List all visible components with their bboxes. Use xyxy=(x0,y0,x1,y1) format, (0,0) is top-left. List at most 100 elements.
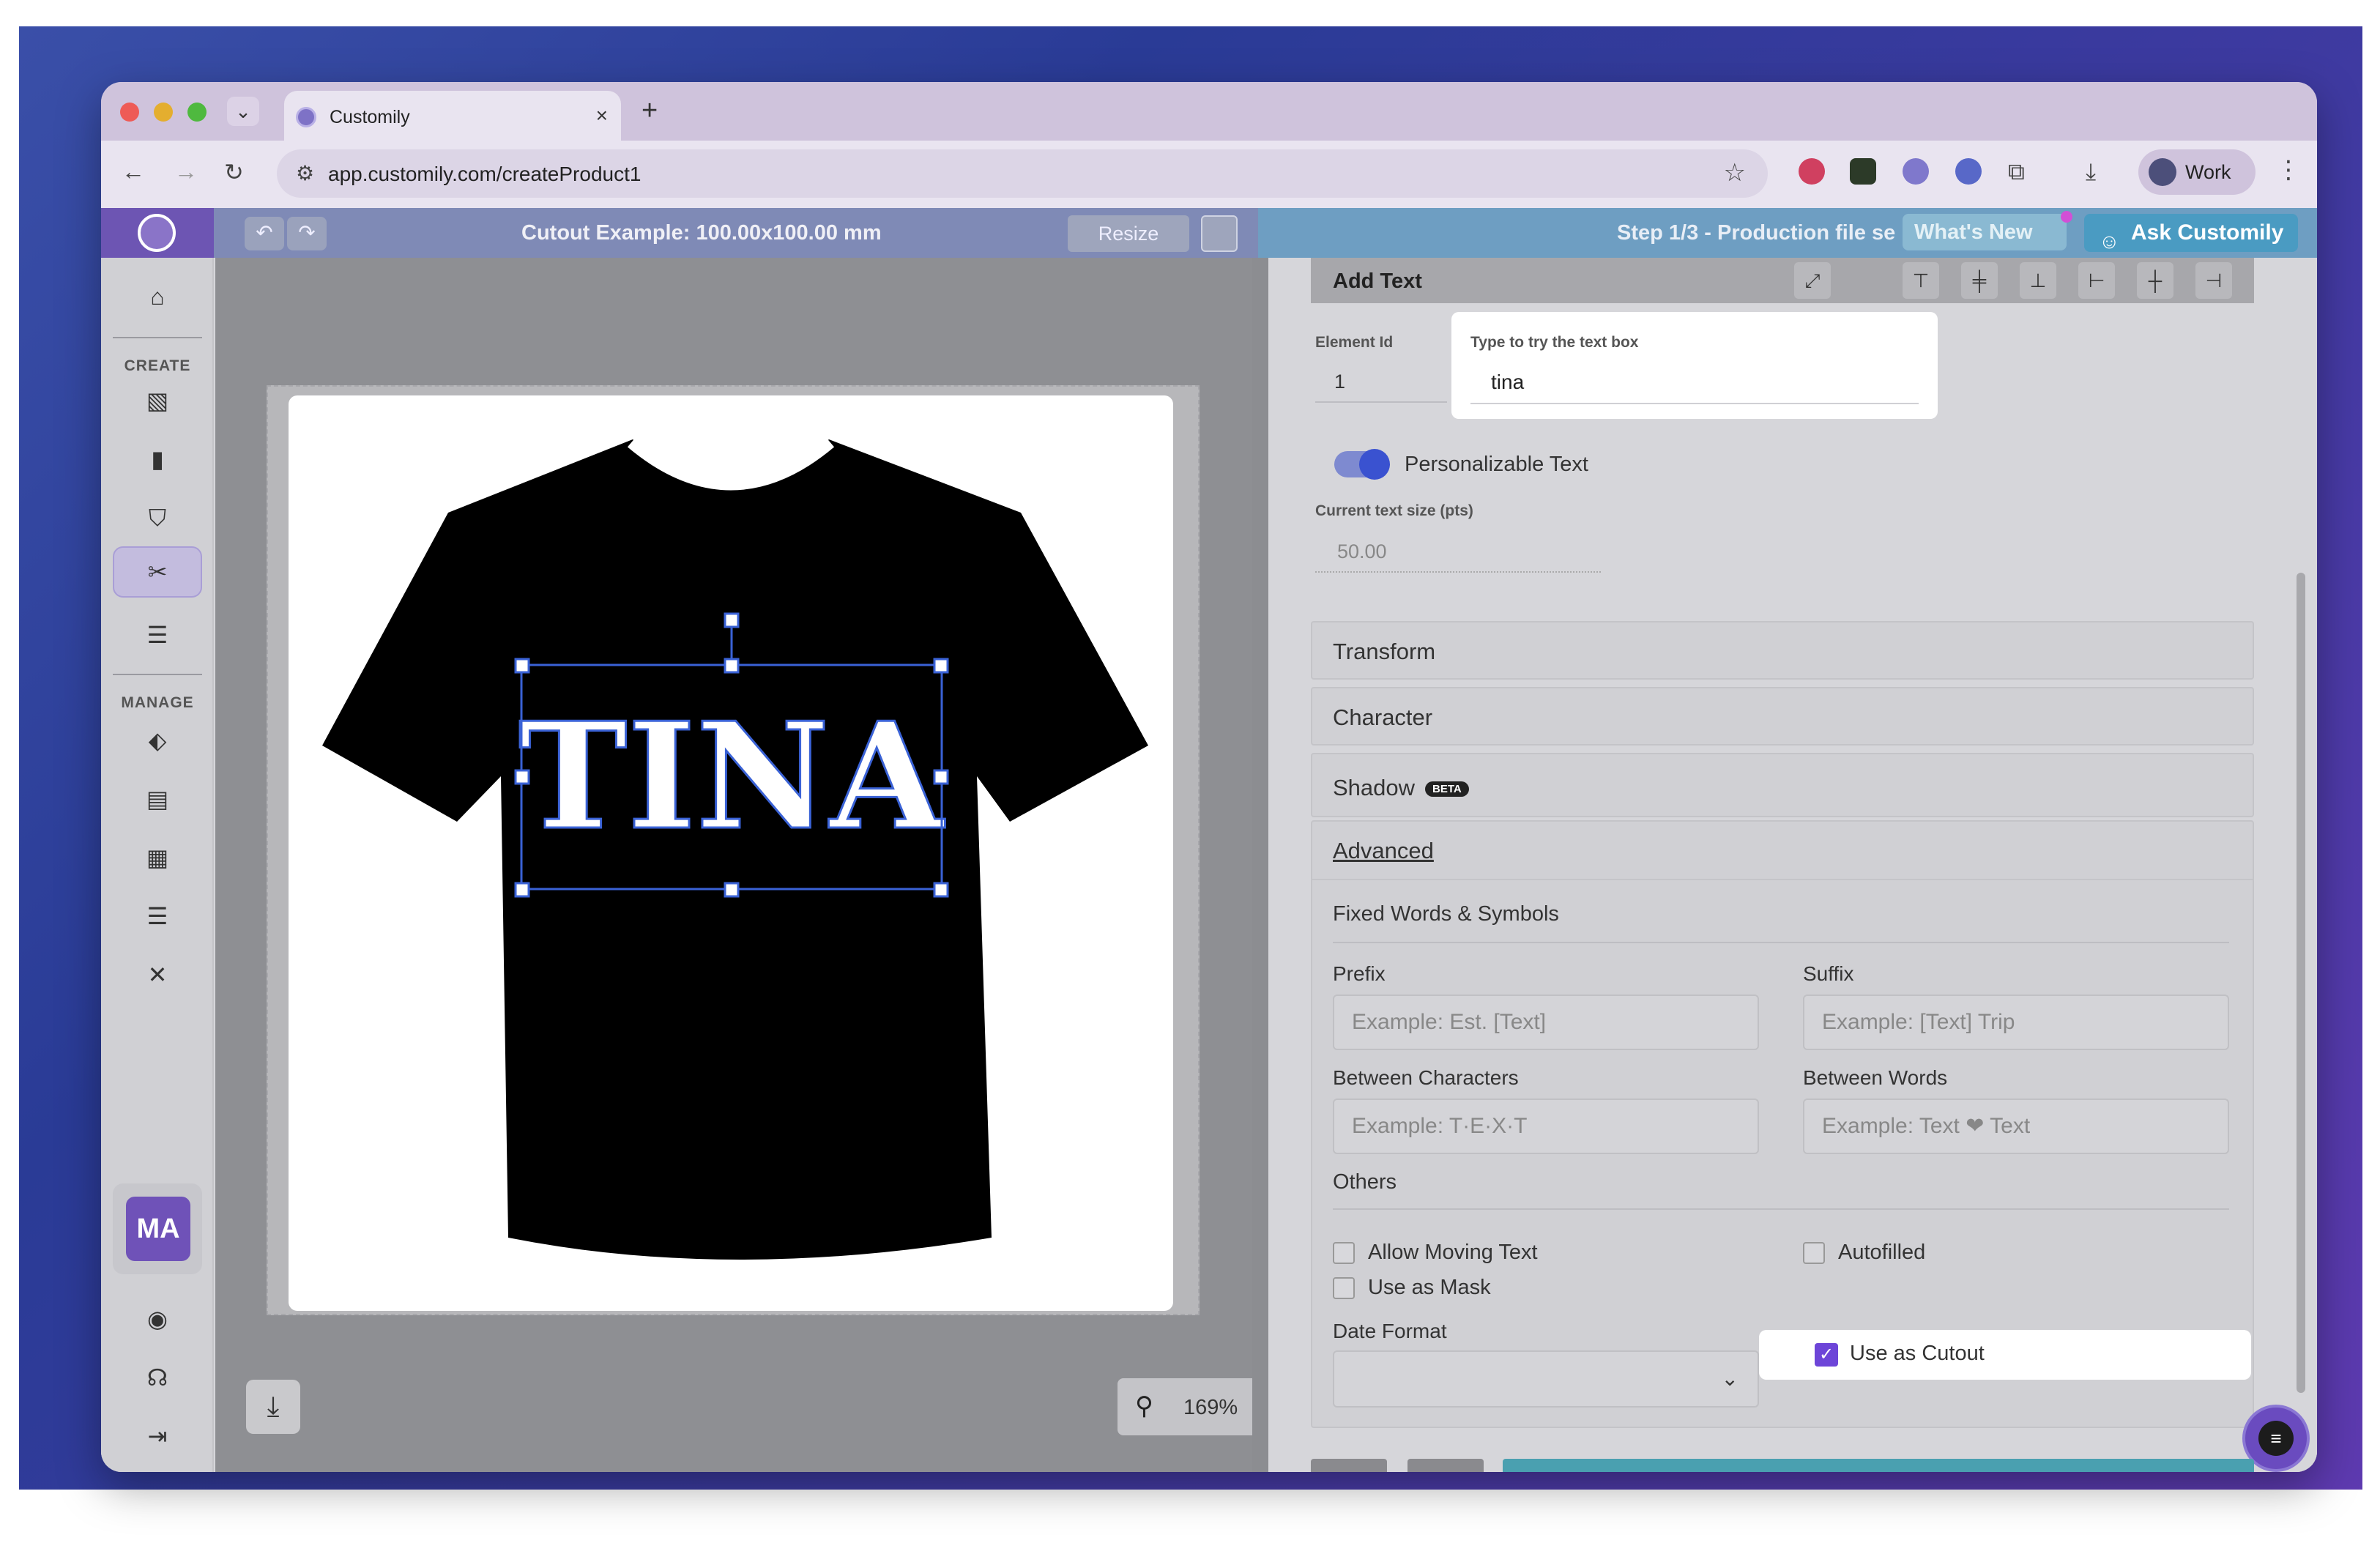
tab-close-button[interactable]: × xyxy=(596,104,608,127)
between-characters-input[interactable]: Example: T·E·X·T xyxy=(1333,1098,1759,1154)
extensions-puzzle-icon[interactable]: ⧉ xyxy=(2008,158,2025,186)
maximize-window-button[interactable] xyxy=(187,103,207,122)
suffix-input[interactable]: Example: [Text] Trip xyxy=(1803,995,2229,1050)
extension-arrow-icon[interactable] xyxy=(1955,158,1982,185)
canvas-title: Cutout Example: 100.00x100.00 mm xyxy=(521,221,882,245)
panel-divider[interactable] xyxy=(1252,258,1268,1472)
footer-button[interactable] xyxy=(1407,1459,1484,1472)
extension-customily-icon[interactable] xyxy=(1903,158,1929,185)
table-icon[interactable]: ▦ xyxy=(136,836,179,879)
transform-accordion[interactable]: Transform xyxy=(1311,621,2254,680)
allow-moving-checkbox[interactable] xyxy=(1333,1242,1355,1264)
extension-grid-icon[interactable] xyxy=(1850,158,1876,185)
forward-icon[interactable]: → xyxy=(174,158,198,185)
product-icon[interactable]: ▧ xyxy=(136,379,179,422)
tshirt-icon[interactable]: ⛉ xyxy=(136,497,179,539)
tab-customily[interactable]: Customily × xyxy=(284,91,621,141)
use-as-cutout-checkbox[interactable]: ✓ xyxy=(1815,1343,1838,1367)
try-text-box[interactable]: Type to try the text box tina xyxy=(1451,312,1938,419)
robot-icon: ☺ xyxy=(2099,230,2120,253)
url-text: app.customily.com/createProduct1 xyxy=(328,163,642,185)
tools-icon[interactable]: ✕ xyxy=(136,953,179,996)
site-settings-icon[interactable]: ⚙ xyxy=(296,161,314,185)
downloads-icon[interactable]: ⤓ xyxy=(2086,158,2096,186)
home-icon[interactable]: ⌂ xyxy=(136,275,179,318)
new-tab-button[interactable]: + xyxy=(642,95,658,127)
date-format-select[interactable]: ⌄ xyxy=(1333,1350,1759,1408)
close-window-button[interactable] xyxy=(120,103,139,122)
address-bar[interactable]: ⚙ app.customily.com/createProduct1 ☆ xyxy=(277,149,1768,198)
extension-berry-icon[interactable] xyxy=(1799,158,1825,185)
profile-label: Work xyxy=(2185,161,2231,183)
tab-search-button[interactable]: ⌄ xyxy=(227,97,259,126)
prefix-label: Prefix xyxy=(1333,962,1386,985)
paint-icon[interactable]: ▮ xyxy=(136,438,179,480)
use-as-mask-label: Use as Mask xyxy=(1368,1276,1491,1299)
bookmark-star-icon[interactable]: ☆ xyxy=(1724,158,1746,187)
desktop-background: ⌄ Customily × + ← → ↻ ⚙ app.customily.co… xyxy=(19,26,2362,1490)
use-as-mask-checkbox[interactable] xyxy=(1333,1277,1355,1299)
align-middle-icon[interactable]: ╪ xyxy=(1961,262,1998,299)
advanced-header[interactable]: Advanced xyxy=(1312,822,2253,880)
character-accordion[interactable]: Character xyxy=(1311,687,2254,746)
support-icon[interactable]: ☊ xyxy=(136,1356,179,1399)
tag-icon[interactable]: ⬖ xyxy=(136,719,179,762)
logo-cell xyxy=(101,208,214,258)
align-right-icon[interactable]: ⊣ xyxy=(2195,262,2232,299)
fit-icon[interactable]: ⤢ xyxy=(1794,262,1831,299)
browser-menu-icon[interactable]: ⋮ xyxy=(2276,155,2301,185)
artboard[interactable]: TINA xyxy=(289,395,1173,1311)
panel-scrollbar[interactable] xyxy=(2297,573,2305,1393)
between-words-label: Between Words xyxy=(1803,1066,1948,1089)
resize-button[interactable]: Resize xyxy=(1068,215,1189,252)
chat-icon: ≡ xyxy=(2258,1421,2294,1456)
element-id-underline xyxy=(1315,401,1447,403)
shadow-accordion[interactable]: Shadow BETA xyxy=(1311,753,2254,817)
text-size-label: Current text size (pts) xyxy=(1315,502,1473,519)
try-text-input[interactable]: tina xyxy=(1491,371,1524,394)
zoom-control[interactable]: ⚲ 169% xyxy=(1118,1378,1264,1435)
align-left-icon[interactable]: ⊢ xyxy=(2078,262,2115,299)
back-icon[interactable]: ← xyxy=(122,158,145,185)
list-icon[interactable]: ☰ xyxy=(136,614,179,656)
align-bottom-icon[interactable]: ⊥ xyxy=(2020,262,2056,299)
ask-customily-button[interactable]: ☺ Ask Customily xyxy=(2084,214,2298,253)
align-center-icon[interactable]: ┼ xyxy=(2137,262,2173,299)
download-button[interactable]: ⤓ xyxy=(246,1380,300,1434)
notification-dot xyxy=(2061,211,2072,223)
undo-button[interactable]: ↶ xyxy=(245,217,284,250)
whats-new-button[interactable]: What's New xyxy=(1903,214,2067,250)
logout-icon[interactable]: ⇥ xyxy=(136,1415,179,1457)
footer-button[interactable] xyxy=(1311,1459,1387,1472)
align-top-icon[interactable]: ⊤ xyxy=(1903,262,1939,299)
personalizable-toggle[interactable] xyxy=(1334,449,1390,480)
customily-app: ↶ ↷ Cutout Example: 100.00x100.00 mm Res… xyxy=(101,208,2317,1472)
toggle-knob xyxy=(1359,449,1390,480)
prefix-input[interactable]: Example: Est. [Text] xyxy=(1333,995,1759,1050)
user-avatar[interactable]: MA xyxy=(126,1197,190,1261)
design-text[interactable]: TINA xyxy=(517,690,946,864)
footer-primary-button[interactable] xyxy=(1503,1459,2254,1472)
beta-badge: BETA xyxy=(1425,781,1469,798)
open-external-icon[interactable] xyxy=(1201,215,1238,252)
between-words-input[interactable]: Example: Text ❤ Text xyxy=(1803,1098,2229,1154)
redo-button[interactable]: ↷ xyxy=(287,217,327,250)
profile-button[interactable]: Work xyxy=(2138,149,2256,195)
autofilled-checkbox[interactable] xyxy=(1803,1242,1825,1264)
step-indicator: Step 1/3 - Production file se xyxy=(1617,221,1896,245)
section-divider xyxy=(1333,1208,2229,1210)
list-icon[interactable]: ☰ xyxy=(136,895,179,937)
document-icon[interactable]: ▤ xyxy=(136,778,179,820)
element-id-value[interactable]: 1 xyxy=(1334,371,1345,393)
app-header: ↶ ↷ Cutout Example: 100.00x100.00 mm Res… xyxy=(101,208,2317,258)
account-icon[interactable]: ◉ xyxy=(136,1298,179,1340)
shadow-label-wrap: Shadow BETA xyxy=(1333,775,1469,801)
reload-icon[interactable]: ↻ xyxy=(224,158,244,186)
cutout-tool-icon[interactable]: ✂ xyxy=(136,551,179,593)
customily-logo-icon[interactable] xyxy=(138,214,176,252)
use-as-cutout-label: Use as Cutout xyxy=(1850,1342,1985,1365)
minimize-window-button[interactable] xyxy=(154,103,173,122)
sidebar: ⌂ CREATE ▧ ▮ ⛉ ✂ ☰ MANAGE ⬖ ▤ ▦ ☰ ✕ MA ◉… xyxy=(101,258,214,1472)
use-as-cutout-row[interactable]: ✓ Use as Cutout xyxy=(1759,1330,2251,1380)
element-id-label: Element Id xyxy=(1315,334,1394,351)
